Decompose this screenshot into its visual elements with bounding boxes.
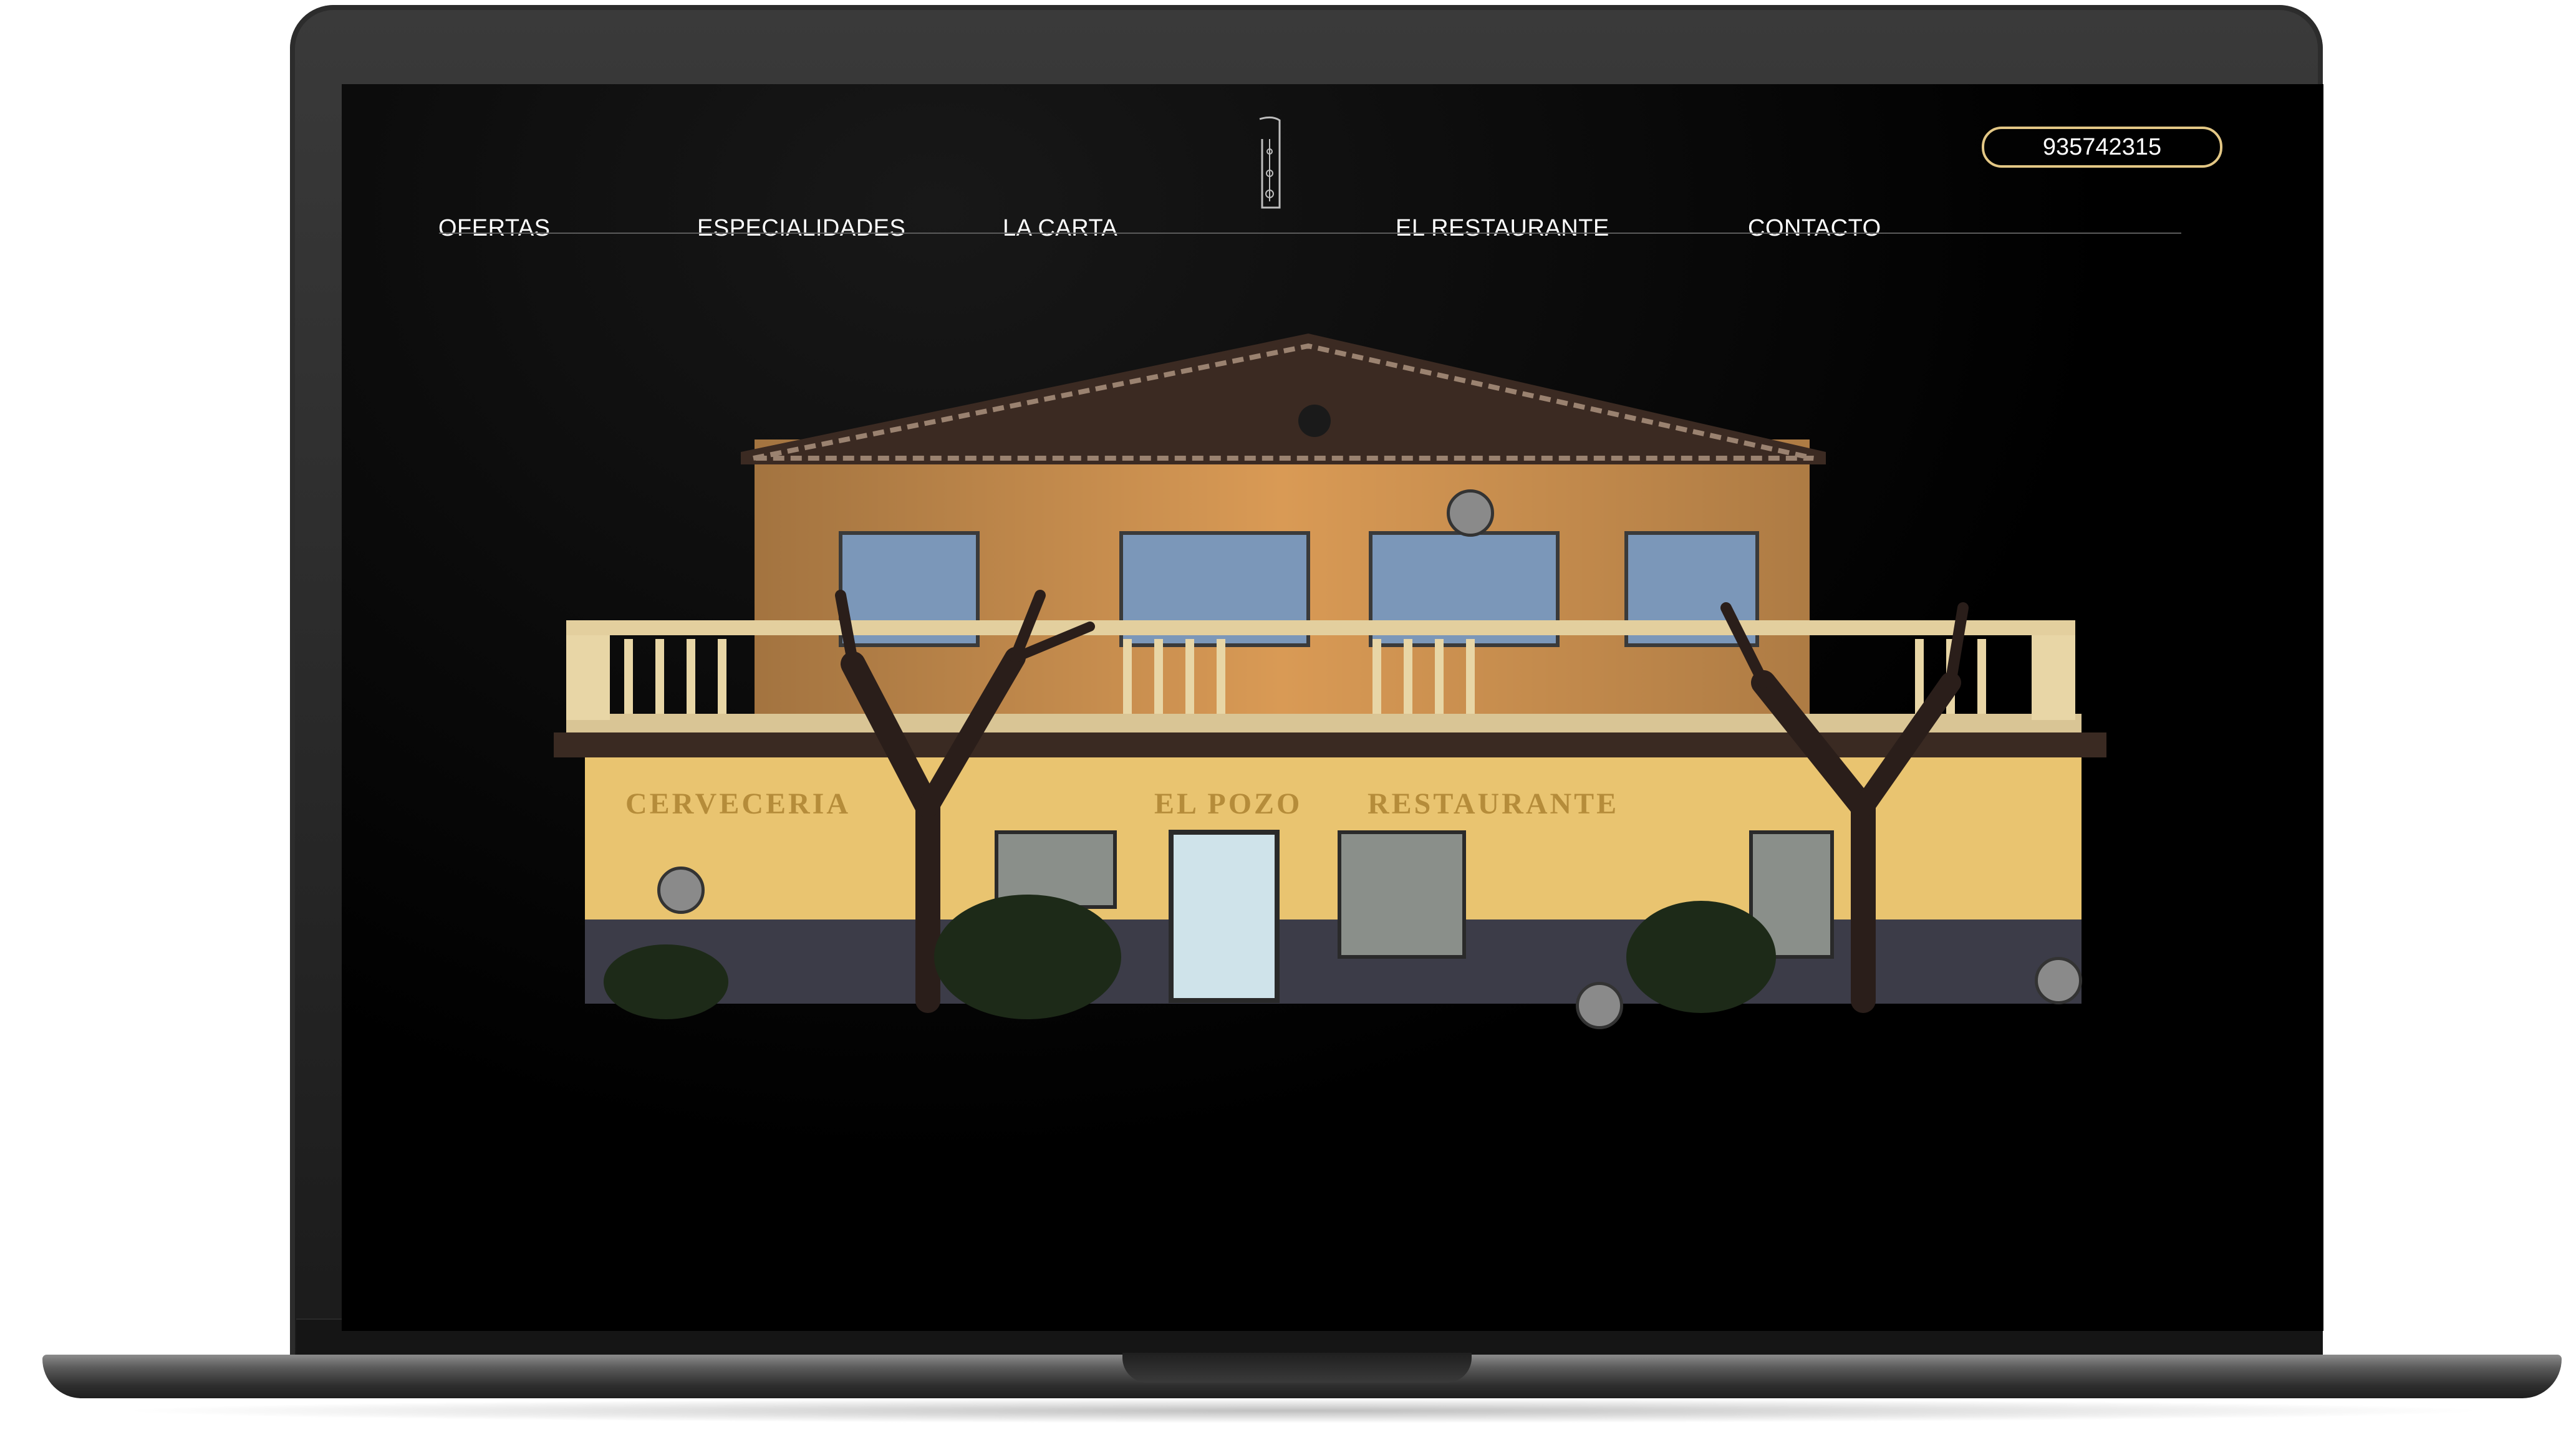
- top-navigation: OFERTAS ESPECIALIDADES LA CARTA EL RESTA…: [342, 84, 2323, 246]
- nav-divider: [439, 233, 2181, 234]
- entrance-door: [1169, 830, 1280, 1003]
- hotspot-marker[interactable]: [2035, 957, 2082, 1004]
- logo-icon[interactable]: [1253, 114, 1291, 214]
- phone-button[interactable]: 935742315: [1982, 127, 2222, 168]
- nav-item-especialidades[interactable]: ESPECIALIDADES: [697, 215, 905, 242]
- sign-cerveceria: CERVECERIA: [625, 787, 851, 820]
- hotspot-marker[interactable]: [1576, 982, 1623, 1029]
- roof: [741, 334, 1826, 464]
- nav-item-la-carta[interactable]: LA CARTA: [1003, 215, 1117, 242]
- sign-restaurante: RESTAURANTE: [1368, 787, 1619, 820]
- restaurant-building-image: CERVECERIA EL POZO RESTAURANTE: [554, 334, 2106, 1019]
- nav-item-contacto[interactable]: CONTACTO: [1748, 215, 1881, 242]
- sign-el-pozo: EL POZO: [1154, 787, 1302, 820]
- hotspot-marker[interactable]: [657, 867, 705, 914]
- website-screen: OFERTAS ESPECIALIDADES LA CARTA EL RESTA…: [342, 84, 2323, 1331]
- hotspot-marker[interactable]: [1447, 489, 1494, 537]
- laptop-notch: [1122, 1353, 1472, 1383]
- nav-item-ofertas[interactable]: OFERTAS: [438, 215, 550, 242]
- laptop-shadow: [112, 1398, 2494, 1423]
- nav-item-el-restaurante[interactable]: EL RESTAURANTE: [1396, 215, 1609, 242]
